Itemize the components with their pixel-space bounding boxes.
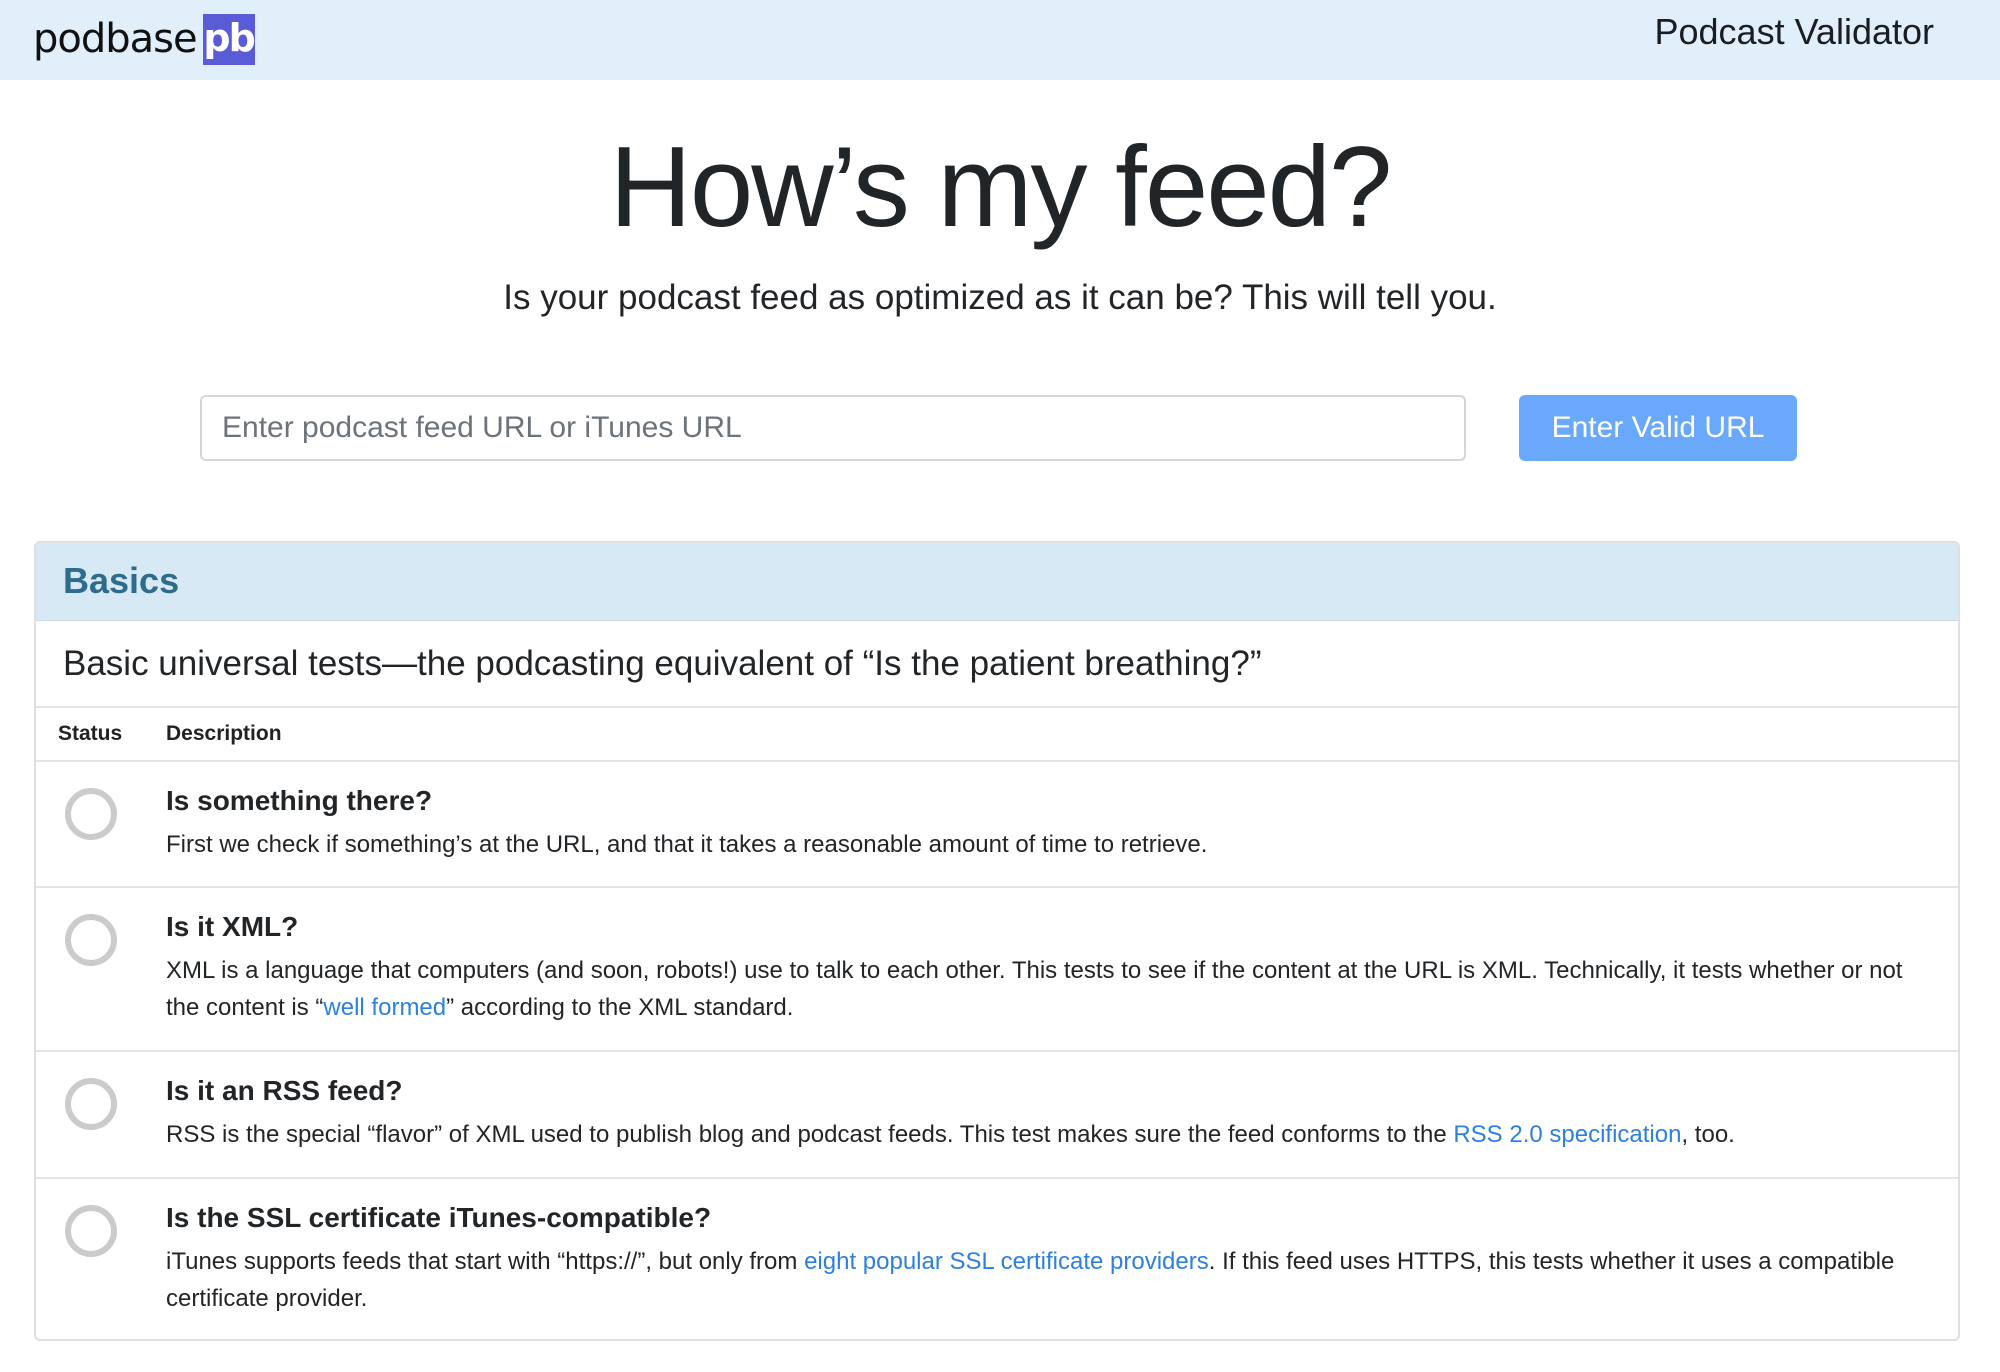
- page-title: How’s my feed?: [609, 124, 1393, 251]
- test-title: Is it XML?: [166, 911, 299, 942]
- basics-section-card: Basics Basic universal tests—the podcast…: [34, 541, 1960, 1341]
- top-navbar: podbase pb Podcast Validator: [0, 0, 2000, 80]
- test-description: RSS is the special “flavor” of XML used …: [166, 1116, 1922, 1153]
- table-header-row: Status Description: [36, 708, 1958, 762]
- test-description-text: , too.: [1681, 1121, 1735, 1148]
- test-title: Is it an RSS feed?: [166, 1075, 403, 1106]
- section-header: Basics: [36, 543, 1958, 621]
- column-header-description: Description: [166, 722, 282, 745]
- well-formed-link[interactable]: well formed: [323, 994, 446, 1021]
- test-row: Is the SSL certificate iTunes-compatible…: [36, 1179, 1958, 1339]
- test-title: Is something there?: [166, 785, 433, 816]
- feed-url-input[interactable]: [200, 395, 1466, 461]
- section-subtitle: Basic universal tests—the podcasting equ…: [36, 621, 1958, 708]
- status-pending-circle-icon: [65, 914, 117, 966]
- section-title: Basics: [63, 560, 180, 601]
- app-title[interactable]: Podcast Validator: [1655, 10, 1935, 54]
- test-description-text: RSS is the special “flavor” of XML used …: [166, 1121, 1454, 1148]
- brand-wordmark: podbase: [33, 16, 198, 62]
- rss-spec-link[interactable]: RSS 2.0 specification: [1453, 1121, 1681, 1148]
- test-description-text: iTunes supports feeds that start with “h…: [166, 1248, 805, 1275]
- brand-logo[interactable]: podbase pb: [33, 12, 256, 66]
- status-pending-circle-icon: [65, 1205, 117, 1257]
- test-row: Is something there? First we check if so…: [36, 762, 1958, 888]
- status-pending-circle-icon: [65, 1078, 117, 1130]
- test-description-text: First we check if something’s at the URL…: [166, 831, 1208, 858]
- enter-valid-url-button[interactable]: Enter Valid URL: [1519, 395, 1797, 461]
- ssl-providers-link[interactable]: eight popular SSL certificate providers: [804, 1248, 1209, 1275]
- test-description-text: ” according to the XML standard.: [446, 994, 794, 1021]
- status-pending-circle-icon: [65, 788, 117, 840]
- test-row: Is it XML? XML is a language that comput…: [36, 888, 1958, 1052]
- column-header-status: Status: [58, 722, 123, 745]
- test-description: XML is a language that computers (and so…: [166, 952, 1922, 1026]
- test-description: First we check if something’s at the URL…: [166, 826, 1922, 863]
- test-title: Is the SSL certificate iTunes-compatible…: [166, 1202, 712, 1233]
- brand-mark-icon: pb: [202, 13, 256, 65]
- test-description: iTunes supports feeds that start with “h…: [166, 1243, 1922, 1317]
- page-subtitle: Is your podcast feed as optimized as it …: [503, 278, 1497, 317]
- test-row: Is it an RSS feed? RSS is the special “f…: [36, 1052, 1958, 1179]
